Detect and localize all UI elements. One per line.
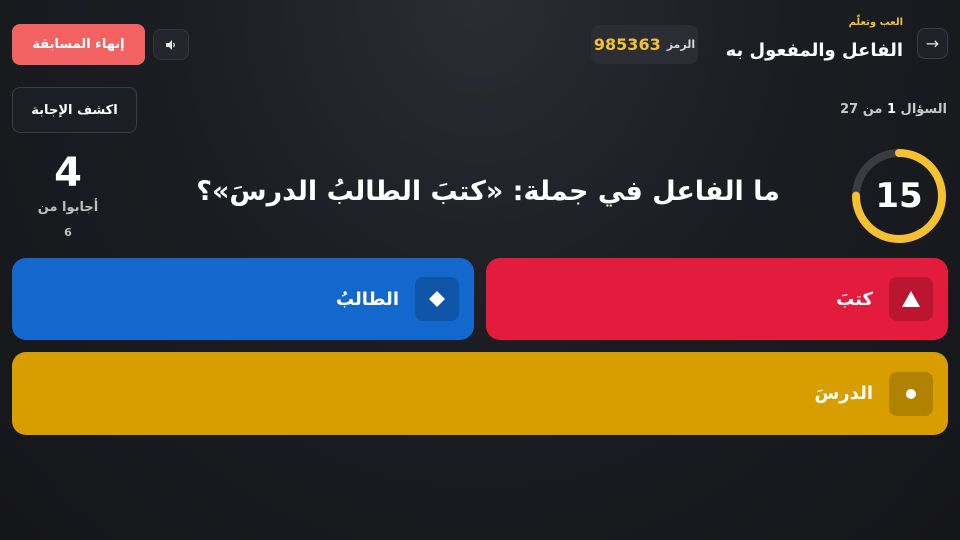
answer-shape-box — [415, 277, 459, 321]
question-text: ما الفاعل في جملة: «كتبَ الطالبُ الدرسَ»… — [196, 176, 780, 207]
brand-label: العب وتعلّم — [848, 17, 903, 28]
reveal-answer-button[interactable]: اكشف الإجابة — [12, 87, 137, 133]
players-total: 6 — [64, 226, 72, 239]
game-code-box: الرمز 985363 — [591, 25, 698, 64]
diamond-icon — [429, 291, 445, 307]
circle-icon — [906, 388, 916, 399]
answer-text: الطالبُ — [335, 288, 399, 310]
quiz-title: الفاعل والمفعول به — [725, 40, 903, 61]
answer-text: كتبَ — [836, 288, 873, 310]
question-counter: السؤال 1 من 27 — [840, 102, 947, 117]
question-counter-prefix: السؤال — [900, 102, 947, 117]
back-button[interactable]: → — [917, 28, 948, 59]
answer-tile-triangle[interactable]: كتبَ — [486, 258, 948, 340]
question-counter-separator: من — [862, 102, 883, 117]
answer-shape-box — [889, 277, 933, 321]
question-total: 27 — [840, 102, 859, 117]
answers-count: 4 — [54, 150, 82, 196]
answer-shape-box — [889, 371, 933, 416]
speaker-icon — [166, 39, 175, 50]
triangle-icon — [902, 291, 920, 307]
arrow-right-icon: → — [925, 34, 940, 53]
timer-value: 15 — [875, 176, 923, 216]
answer-tile-diamond[interactable]: الطالبُ — [12, 258, 474, 340]
sound-button[interactable] — [153, 29, 189, 60]
answer-text: الدرسَ — [814, 383, 873, 404]
game-code-value: 985363 — [593, 35, 661, 54]
end-quiz-button[interactable]: إنهاء المسابقة — [12, 24, 145, 65]
question-current: 1 — [886, 102, 897, 117]
answers-count-label: أجابوا من — [37, 200, 99, 215]
answer-tile-circle[interactable]: الدرسَ — [12, 352, 948, 435]
game-code-label: الرمز — [666, 38, 696, 51]
